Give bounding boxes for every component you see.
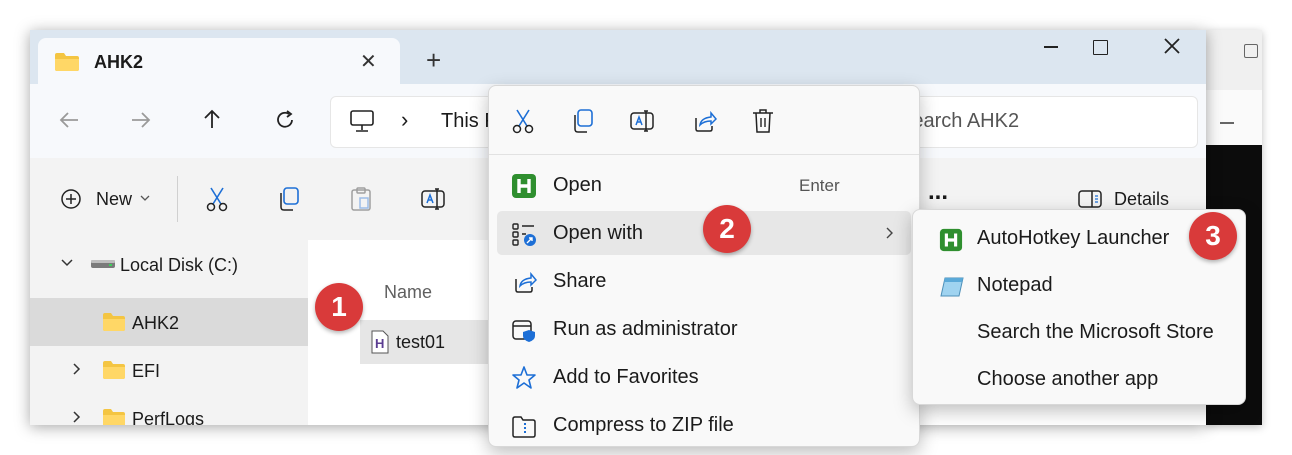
chevron-down-icon <box>140 194 150 202</box>
menu-item-label: Open <box>553 174 602 196</box>
menu-item-run-as-admin[interactable]: Run as administrator <box>497 307 911 351</box>
nav-item-local-disk[interactable]: Local Disk (C:) <box>30 240 308 288</box>
minimize-icon[interactable] <box>1044 46 1058 48</box>
background-maximize-icon <box>1244 44 1258 58</box>
menu-item-label: Add to Favorites <box>553 366 699 388</box>
new-button[interactable]: New <box>56 186 166 216</box>
star-icon <box>511 365 537 391</box>
chevron-right-icon <box>72 362 82 376</box>
menu-item-label: Run as administrator <box>553 318 738 340</box>
delete-icon[interactable] <box>751 108 775 134</box>
menu-item-label: Compress to ZIP file <box>553 414 734 436</box>
shortcut-label: Enter <box>799 176 840 195</box>
svg-text:H: H <box>375 336 384 351</box>
rename-icon[interactable] <box>629 108 655 134</box>
background-minimize-icon <box>1220 122 1234 124</box>
menu-item-label: Share <box>553 270 607 292</box>
ahk-icon <box>511 173 537 199</box>
nav-item-ahk2[interactable]: AHK2 <box>30 298 308 346</box>
nav-item-label: EFI <box>132 361 161 381</box>
folder-icon <box>102 360 126 380</box>
cut-icon[interactable] <box>205 186 229 212</box>
chevron-right-icon <box>885 226 895 240</box>
menu-item-label: Open with <box>553 222 644 244</box>
divider <box>177 176 178 222</box>
nav-item-perflogs[interactable]: PerfLogs <box>30 394 308 425</box>
more-options-icon[interactable]: ... <box>928 178 948 206</box>
close-icon[interactable] <box>1162 36 1182 56</box>
details-pane-icon <box>1078 189 1102 209</box>
chevron-expanded-icon <box>60 258 74 268</box>
column-header-name[interactable]: Name <box>384 282 432 303</box>
drive-icon <box>90 258 116 270</box>
context-menu: Open Enter Open with Share Run as admini… <box>488 85 920 447</box>
folder-icon <box>54 52 80 72</box>
copy-icon[interactable] <box>277 186 301 212</box>
nav-item-label: Local Disk (C:) <box>120 255 239 275</box>
nav-item-label: PerfLogs <box>132 409 205 425</box>
computer-icon <box>349 109 375 133</box>
submenu-item-choose-another-app[interactable]: Choose another app <box>919 357 1239 401</box>
submenu-item-search-store[interactable]: Search the Microsoft Store <box>919 310 1239 354</box>
submenu-item-label: Choose another app <box>977 368 1159 390</box>
maximize-icon[interactable] <box>1093 40 1108 55</box>
tab-title: AHK2 <box>94 52 144 72</box>
new-tab-button[interactable]: + <box>426 45 441 76</box>
menu-item-share[interactable]: Share <box>497 259 911 303</box>
shield-icon <box>511 317 537 343</box>
menu-item-add-to-favorites[interactable]: Add to Favorites <box>497 355 911 399</box>
plus-circle-icon <box>60 188 82 210</box>
close-tab-icon[interactable]: ✕ <box>360 49 377 74</box>
submenu-item-notepad[interactable]: Notepad <box>919 263 1239 307</box>
nav-item-efi[interactable]: EFI <box>30 346 308 394</box>
ahk-script-icon: H <box>370 330 390 354</box>
rename-icon[interactable] <box>420 186 446 212</box>
step-badge-2: 2 <box>703 205 751 253</box>
submenu-item-label: Notepad <box>977 274 1053 296</box>
folder-icon <box>102 408 126 425</box>
details-label: Details <box>1114 189 1170 209</box>
open-with-icon <box>511 221 537 247</box>
divider <box>489 154 919 155</box>
back-icon[interactable] <box>58 110 80 130</box>
file-name: test01 <box>396 332 446 352</box>
share-icon[interactable] <box>691 108 717 134</box>
navigation-pane: Local Disk (C:) AHK2 EFI PerfLogs <box>30 240 308 425</box>
share-icon <box>511 269 537 295</box>
breadcrumb-separator: › <box>401 107 409 132</box>
folder-icon <box>102 312 126 332</box>
step-badge-3: 3 <box>1189 212 1237 260</box>
notepad-icon <box>939 275 964 299</box>
zip-icon <box>511 413 537 439</box>
paste-icon[interactable] <box>349 186 373 212</box>
tab-ahk2[interactable]: AHK2 ✕ <box>38 38 400 84</box>
step-badge-1: 1 <box>315 283 363 331</box>
new-label: New <box>96 189 133 209</box>
chevron-right-icon <box>72 410 82 424</box>
refresh-icon[interactable] <box>274 109 296 131</box>
submenu-item-label: Search the Microsoft Store <box>977 321 1214 343</box>
menu-item-compress-zip[interactable]: Compress to ZIP file <box>497 403 911 446</box>
forward-icon[interactable] <box>130 110 152 130</box>
cut-icon[interactable] <box>511 108 535 134</box>
ahk-icon <box>939 228 963 252</box>
nav-item-label: AHK2 <box>132 313 180 333</box>
submenu-item-label: AutoHotkey Launcher <box>977 227 1170 249</box>
up-icon[interactable] <box>202 108 222 130</box>
copy-icon[interactable] <box>571 108 595 134</box>
menu-item-open[interactable]: Open Enter <box>497 163 911 207</box>
